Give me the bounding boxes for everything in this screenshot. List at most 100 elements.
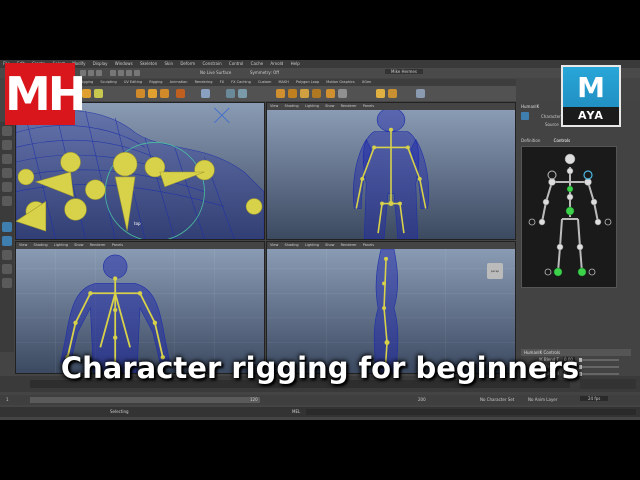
shelf-tab[interactable]: XGen <box>362 80 371 84</box>
vp-menu-show[interactable]: Show <box>74 243 83 247</box>
parent-constraint-icon[interactable] <box>276 89 285 98</box>
snap-point-icon[interactable] <box>134 70 140 76</box>
mirror-joint-icon[interactable] <box>148 89 157 98</box>
outliner-icon[interactable] <box>2 264 12 274</box>
vp-menu-shading[interactable]: Shading <box>33 243 47 247</box>
vp-menu-renderer[interactable]: Renderer <box>341 243 357 247</box>
vp-menu-renderer[interactable]: Renderer <box>90 243 106 247</box>
shelf-tabs: Rigging Sculpting UV Editing Rigging Ani… <box>76 79 516 86</box>
menu-cache[interactable]: Cache <box>251 61 263 66</box>
select-mode-icon[interactable] <box>110 70 116 76</box>
bind-skin-icon[interactable] <box>176 89 185 98</box>
shelf-tab[interactable]: MASH <box>279 80 289 84</box>
symmetry-field[interactable]: Symmetry: Off <box>250 70 279 75</box>
set-driven-key-icon[interactable] <box>416 89 425 98</box>
vp-menu-shading[interactable]: Shading <box>284 243 298 247</box>
menu-deform[interactable]: Deform <box>180 61 195 66</box>
vp-menu-show[interactable]: Show <box>325 243 334 247</box>
paint-select-icon[interactable] <box>2 154 12 164</box>
shelf-tab[interactable]: Custom <box>258 80 271 84</box>
snap-curve-icon[interactable] <box>126 70 132 76</box>
four-view-icon[interactable] <box>2 236 12 246</box>
aim-constraint-icon[interactable] <box>326 89 335 98</box>
end-frame[interactable]: 120 <box>250 397 258 402</box>
range-bar[interactable] <box>30 397 260 403</box>
orient-constraint-icon[interactable] <box>300 89 309 98</box>
view-cube[interactable]: persp <box>487 263 503 279</box>
user-account[interactable]: Mike Hermes <box>385 69 423 74</box>
range-end-frame[interactable]: 200 <box>418 397 426 402</box>
hik-controls-figure[interactable] <box>521 146 617 288</box>
menu-skin[interactable]: Skin <box>165 61 174 66</box>
fps-select[interactable]: 24 fps <box>580 396 609 401</box>
move-tool-icon[interactable] <box>2 168 12 178</box>
orient-joint-icon[interactable] <box>136 89 145 98</box>
point-constraint-icon[interactable] <box>288 89 297 98</box>
vp-menu-renderer[interactable]: Renderer <box>341 104 357 108</box>
open-scene-icon[interactable] <box>88 70 94 76</box>
mh-logo: MH <box>5 63 86 125</box>
vp-menu-shading[interactable]: Shading <box>284 104 298 108</box>
paint-weights-icon[interactable] <box>201 89 210 98</box>
shelf-tab[interactable]: Sculpting <box>100 80 116 84</box>
live-surface-field[interactable]: No Live Surface <box>200 70 231 75</box>
hik-char-icon[interactable] <box>521 112 529 120</box>
tab-definition[interactable]: Definition <box>521 138 540 143</box>
vp-menu-panels[interactable]: Panels <box>112 243 123 247</box>
viewport-menu: View Shading Lighting Show Renderer Pane… <box>267 103 515 110</box>
menu-help[interactable]: Help <box>291 61 300 66</box>
viewport-canvas[interactable] <box>267 110 515 239</box>
shelf-tab[interactable]: FX <box>220 80 224 84</box>
menu-skeleton[interactable]: Skeleton <box>140 61 157 66</box>
shelf-tab[interactable]: Motion Graphics <box>326 80 354 84</box>
search-icon[interactable] <box>2 278 12 288</box>
shelf-tab[interactable]: Animation <box>170 80 188 84</box>
insert-joint-icon[interactable] <box>160 89 169 98</box>
save-scene-icon[interactable] <box>96 70 102 76</box>
shelf-tab[interactable]: Rendering <box>195 80 213 84</box>
vp-menu-view[interactable]: View <box>270 243 278 247</box>
vp-menu-lighting[interactable]: Lighting <box>54 243 68 247</box>
joint-tool-icon[interactable] <box>82 89 91 98</box>
rigging-shelf <box>76 86 516 101</box>
viewport-top-right[interactable]: View Shading Lighting Show Renderer Pane… <box>266 102 516 240</box>
scale-tool-icon[interactable] <box>2 196 12 206</box>
lasso-tool-icon[interactable] <box>2 140 12 150</box>
anim-layer-field[interactable]: No Anim Layer <box>528 397 557 402</box>
single-view-icon[interactable] <box>2 222 12 232</box>
vp-menu-lighting[interactable]: Lighting <box>305 243 319 247</box>
cluster-icon[interactable] <box>226 89 235 98</box>
start-frame[interactable]: 1 <box>6 397 9 402</box>
viewport-menu: View Shading Lighting Show Renderer Pane… <box>267 242 515 249</box>
quick-rig-icon[interactable] <box>388 89 397 98</box>
vp-menu-lighting[interactable]: Lighting <box>305 104 319 108</box>
ik-handle-icon[interactable] <box>94 89 103 98</box>
shelf-tab[interactable]: Rigging <box>149 80 162 84</box>
pole-vector-icon[interactable] <box>338 89 347 98</box>
character-set-field[interactable]: No Character Set <box>480 397 514 402</box>
lattice-icon[interactable] <box>238 89 247 98</box>
tab-controls[interactable]: Controls <box>554 138 571 143</box>
layout-icon[interactable] <box>2 250 12 260</box>
hik-icon[interactable] <box>376 89 385 98</box>
menu-display[interactable]: Display <box>93 61 108 66</box>
menu-windows[interactable]: Windows <box>115 61 133 66</box>
snap-grid-icon[interactable] <box>118 70 124 76</box>
rotate-tool-icon[interactable] <box>2 182 12 192</box>
menu-arnold[interactable]: Arnold <box>270 61 283 66</box>
shelf-tab[interactable]: FX Caching <box>231 80 251 84</box>
cmd-language[interactable]: MEL <box>292 407 300 417</box>
vp-menu-view[interactable]: View <box>270 104 278 108</box>
shelf-tab[interactable]: UV Editing <box>124 80 142 84</box>
select-tool-icon[interactable] <box>2 126 12 136</box>
range-slider: 1 120 200 No Character Set No Anim Layer… <box>0 395 640 405</box>
vp-menu-view[interactable]: View <box>19 243 27 247</box>
vp-menu-show[interactable]: Show <box>325 104 334 108</box>
scale-constraint-icon[interactable] <box>312 89 321 98</box>
menu-control[interactable]: Control <box>229 61 243 66</box>
vp-menu-panels[interactable]: Panels <box>363 104 374 108</box>
shelf-tab[interactable]: Polygon Loop <box>296 80 319 84</box>
command-input[interactable] <box>306 409 636 415</box>
menu-constrain[interactable]: Constrain <box>202 61 221 66</box>
vp-menu-panels[interactable]: Panels <box>363 243 374 247</box>
